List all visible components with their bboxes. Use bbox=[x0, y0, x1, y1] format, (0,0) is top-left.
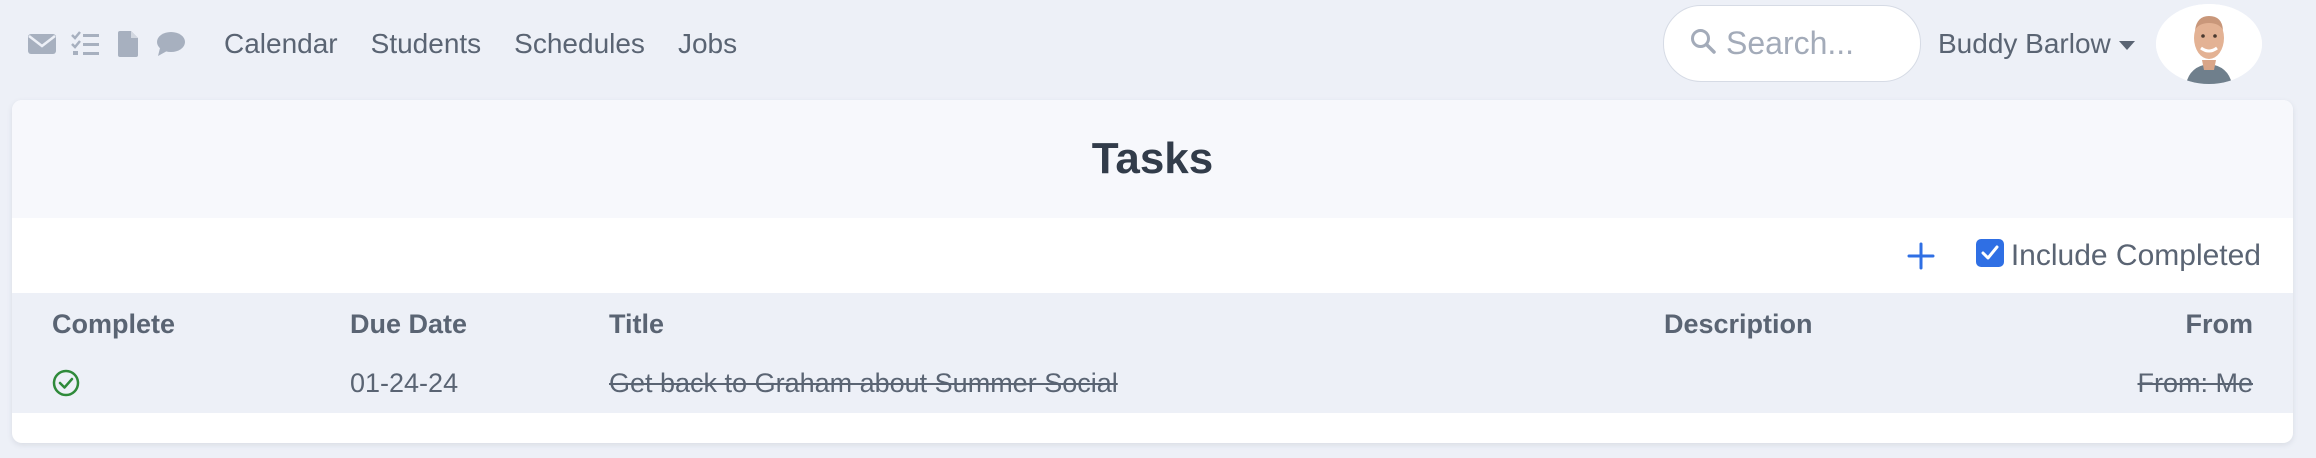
search-box bbox=[1663, 5, 1921, 82]
nav-icon-group bbox=[26, 28, 198, 60]
include-completed-toggle[interactable]: Include Completed bbox=[1975, 238, 2261, 273]
tasks-toolbar: Include Completed bbox=[12, 218, 2293, 293]
task-due-date: 01-24-24 bbox=[350, 368, 459, 398]
comment-icon[interactable] bbox=[155, 28, 187, 60]
envelope-icon[interactable] bbox=[26, 28, 58, 60]
search-icon bbox=[1690, 28, 1716, 59]
check-icon bbox=[1981, 245, 1999, 259]
task-from: From: Me bbox=[2137, 368, 2253, 398]
include-completed-checkbox[interactable] bbox=[1975, 238, 2004, 267]
file-icon[interactable] bbox=[112, 28, 144, 60]
nav-link-schedules[interactable]: Schedules bbox=[514, 28, 645, 60]
include-completed-label: Include Completed bbox=[2010, 238, 2261, 272]
tasks-table: Complete Due Date Title Description From… bbox=[12, 293, 2293, 413]
column-header-title[interactable]: Title bbox=[609, 309, 664, 340]
nav-link-calendar[interactable]: Calendar bbox=[224, 28, 338, 60]
table-header-row: Complete Due Date Title Description From bbox=[12, 293, 2293, 353]
chevron-down-icon bbox=[2118, 40, 2135, 50]
nav-link-students[interactable]: Students bbox=[371, 28, 482, 60]
tasks-card: Tasks Include Completed Complete Due Dat… bbox=[12, 100, 2293, 443]
column-header-complete[interactable]: Complete bbox=[52, 309, 175, 340]
nav-link-jobs[interactable]: Jobs bbox=[678, 28, 737, 60]
nav-links: Calendar Students Schedules Jobs bbox=[224, 28, 770, 60]
table-row[interactable]: 01-24-24 Get back to Graham about Summer… bbox=[12, 353, 2293, 413]
user-name: Buddy Barlow bbox=[1938, 28, 2111, 59]
completed-check-circle-icon[interactable] bbox=[52, 369, 80, 397]
user-menu-dropdown[interactable]: Buddy Barlow bbox=[1938, 22, 2135, 66]
column-header-description[interactable]: Description bbox=[1664, 309, 1813, 340]
task-title[interactable]: Get back to Graham about Summer Social bbox=[609, 368, 1118, 399]
page-title: Tasks bbox=[1091, 134, 1214, 183]
column-header-from[interactable]: From bbox=[2186, 309, 2254, 340]
column-header-due-date[interactable]: Due Date bbox=[350, 309, 467, 340]
add-task-button[interactable] bbox=[1904, 239, 1938, 273]
tasks-icon[interactable] bbox=[69, 28, 101, 60]
avatar[interactable] bbox=[2156, 4, 2262, 84]
search-input[interactable] bbox=[1726, 25, 1906, 62]
card-header: Tasks bbox=[12, 100, 2293, 218]
plus-icon bbox=[1907, 242, 1935, 269]
